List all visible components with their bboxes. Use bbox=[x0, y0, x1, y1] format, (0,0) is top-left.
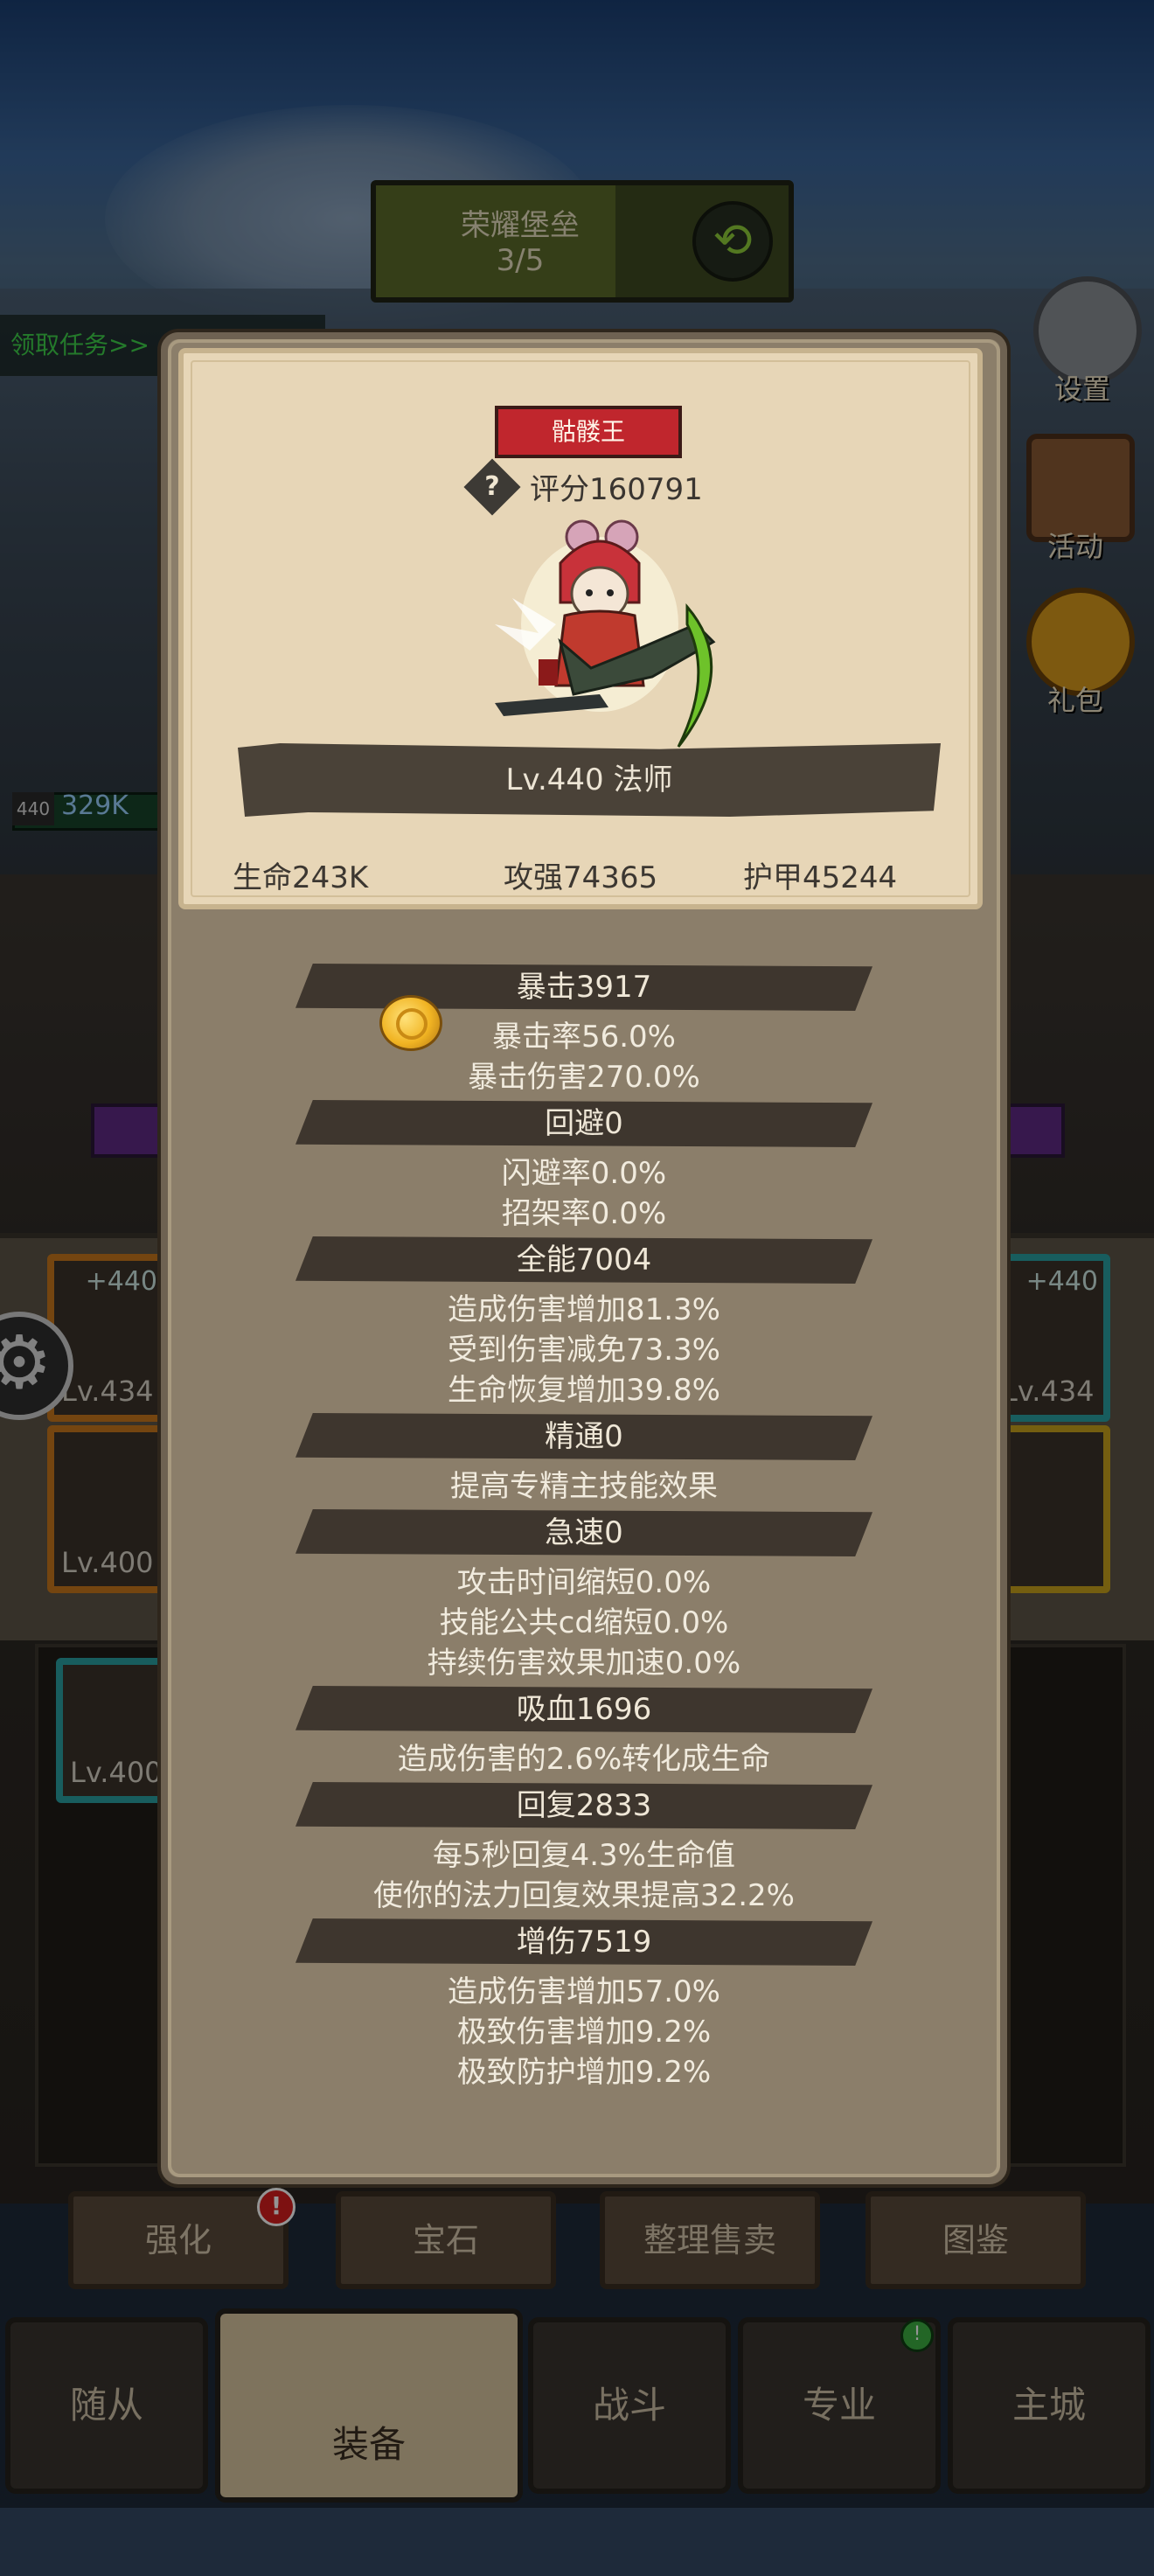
character-portrait bbox=[495, 519, 716, 748]
stat-line: 受到伤害减免73.3% bbox=[447, 1333, 720, 1368]
boss-name-tag: 骷髅王 bbox=[495, 406, 682, 458]
score-value: 评分160791 bbox=[530, 472, 703, 507]
character-card: 骷髅王 ? 评分160791 Lv.440 法师 生命243K 攻强74365 … bbox=[178, 348, 983, 909]
armor-stat: 护甲45244 bbox=[743, 860, 898, 895]
section-header-dodge: 回避0 bbox=[295, 1100, 872, 1147]
section-header-versatility: 全能7004 bbox=[295, 1236, 872, 1284]
stat-line: 暴击伤害270.0% bbox=[468, 1060, 700, 1095]
help-icon[interactable]: ? bbox=[463, 458, 521, 516]
level-class-banner: Lv.440 法师 bbox=[238, 743, 941, 817]
stat-line: 攻击时间缩短0.0% bbox=[456, 1565, 712, 1600]
stat-line: 极致伤害增加9.2% bbox=[456, 2015, 712, 2050]
stat-line: 生命恢复增加39.8% bbox=[447, 1373, 720, 1408]
attack-stat: 攻强74365 bbox=[504, 860, 658, 895]
section-header-mastery: 精通0 bbox=[295, 1413, 872, 1460]
section-header-crit: 暴击3917 bbox=[295, 964, 872, 1011]
stat-line: 闪避率0.0% bbox=[501, 1156, 667, 1191]
stat-line: 暴击率56.0% bbox=[491, 1020, 676, 1055]
stat-line: 造成伤害增加81.3% bbox=[447, 1292, 720, 1327]
stat-line: 造成伤害增加57.0% bbox=[447, 1974, 720, 2009]
section-header-regen: 回复2833 bbox=[295, 1782, 872, 1829]
stat-line: 技能公共cd缩短0.0% bbox=[439, 1605, 729, 1640]
stat-line: 使你的法力回复效果提高32.2% bbox=[372, 1878, 795, 1913]
coin-icon[interactable] bbox=[379, 995, 442, 1051]
stat-line: 极致防护增加9.2% bbox=[456, 2055, 712, 2090]
stat-line: 提高专精主技能效果 bbox=[450, 1469, 718, 1504]
section-header-lifesteal: 吸血1696 bbox=[295, 1686, 872, 1733]
section-header-damage-bonus: 增伤7519 bbox=[295, 1918, 872, 1966]
section-header-haste: 急速0 bbox=[295, 1509, 872, 1556]
stat-line: 造成伤害的2.6%转化成生命 bbox=[397, 1742, 771, 1777]
stat-line: 每5秒回复4.3%生命值 bbox=[432, 1838, 735, 1873]
stat-line: 持续伤害效果加速0.0% bbox=[427, 1646, 741, 1681]
hp-stat: 生命243K bbox=[233, 860, 369, 895]
stat-line: 招架率0.0% bbox=[501, 1196, 667, 1231]
stats-panel: 骷髅王 ? 评分160791 Lv.440 法师 生命243K 攻强74365 … bbox=[161, 332, 1007, 2184]
